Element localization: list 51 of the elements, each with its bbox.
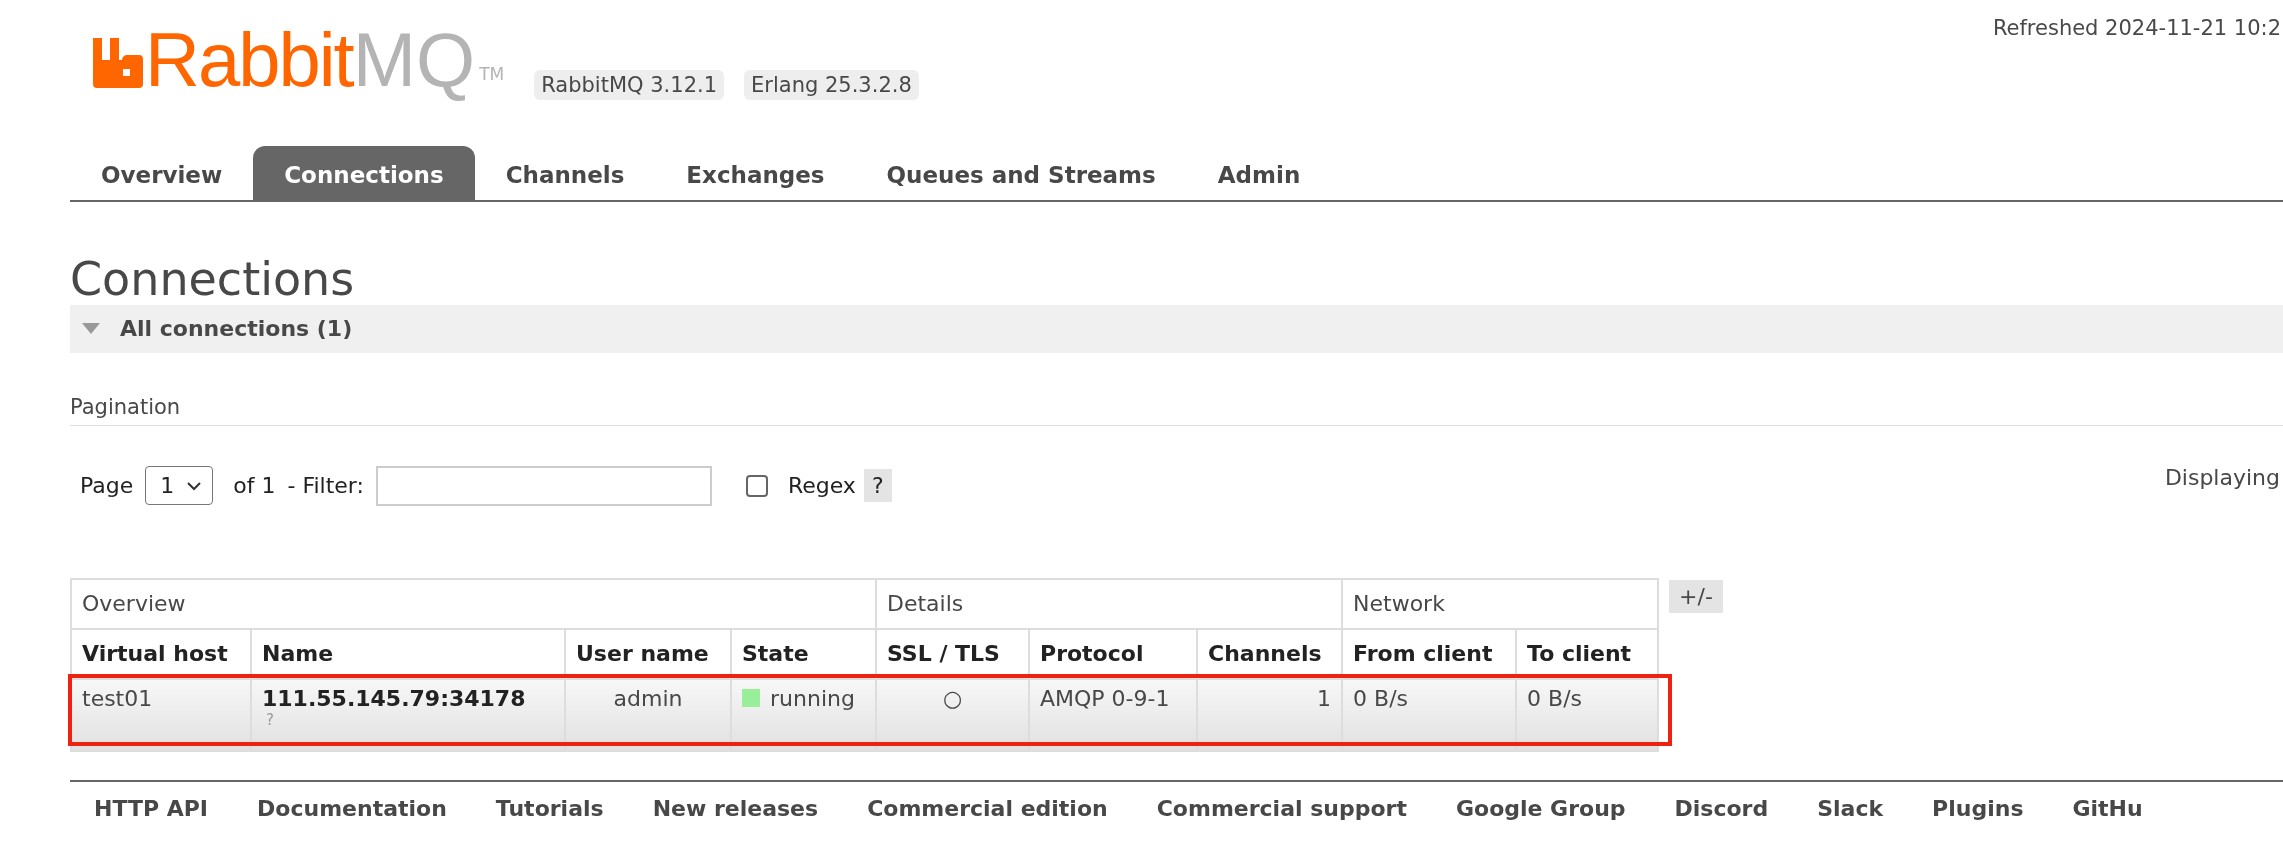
- logo-text: Rabbit: [145, 22, 353, 98]
- chevron-down-icon: [186, 480, 203, 491]
- footer-link[interactable]: Slack: [1817, 795, 1884, 821]
- footer-link[interactable]: Commercial support: [1156, 795, 1407, 821]
- state-text: running: [770, 685, 855, 711]
- refreshed-time: Refreshed 2024-11-21 10:2: [1992, 16, 2281, 40]
- footer-link[interactable]: Tutorials: [495, 795, 604, 821]
- regex-label: Regex: [787, 473, 856, 499]
- connection-link[interactable]: 111.55.145.79:34178: [262, 685, 554, 711]
- column-group-header: Overview: [71, 578, 876, 629]
- nav-tab[interactable]: Channels: [474, 146, 656, 200]
- nav-tab[interactable]: Connections: [253, 146, 475, 200]
- table-cell: 0 B/s: [1342, 678, 1517, 751]
- footer-link[interactable]: GitHu: [2072, 795, 2143, 821]
- page-count: of 1: [233, 473, 276, 499]
- footer-link[interactable]: Discord: [1674, 795, 1769, 821]
- footer-link[interactable]: Plugins: [1932, 795, 2024, 821]
- table-cell: 0 B/s: [1516, 678, 1659, 751]
- page-label: Page: [80, 473, 134, 499]
- nav-tab[interactable]: Queues and Streams: [855, 146, 1187, 200]
- help-button[interactable]: ?: [863, 469, 892, 503]
- version-badge: RabbitMQ 3.12.1: [534, 70, 725, 100]
- filter-label: - Filter:: [287, 473, 364, 499]
- columns-toggle-button[interactable]: +/-: [1669, 579, 1723, 613]
- nav-tab[interactable]: Exchanges: [655, 146, 856, 200]
- displaying-text: Displaying: [2164, 465, 2280, 490]
- nav-tab[interactable]: Admin: [1186, 146, 1332, 200]
- footer-link[interactable]: Commercial edition: [867, 795, 1108, 821]
- table-cell: AMQP 0-9-1: [1029, 678, 1197, 751]
- rabbit-logo-icon: [93, 38, 143, 88]
- footer-link[interactable]: Google Group: [1455, 795, 1626, 821]
- table-cell: test01: [71, 678, 251, 751]
- table-cell: admin: [565, 678, 731, 751]
- section-header[interactable]: All connections (1): [70, 304, 2283, 353]
- section-title: All connections (1): [120, 316, 353, 342]
- footer-link[interactable]: HTTP API: [94, 795, 209, 821]
- page-title: Connections: [70, 254, 356, 305]
- trademark: TM: [479, 64, 505, 84]
- table-cell: 1: [1197, 678, 1343, 751]
- pagination-heading: Pagination: [70, 394, 2283, 426]
- nav-tab[interactable]: Overview: [70, 146, 254, 200]
- footer-link[interactable]: Documentation: [257, 795, 447, 821]
- regex-checkbox[interactable]: [745, 474, 768, 497]
- footer-link[interactable]: New releases: [652, 795, 819, 821]
- page-select[interactable]: 1: [145, 466, 214, 506]
- table-cell: ○: [876, 678, 1029, 751]
- hint-mark: ?: [266, 710, 275, 729]
- version-badge: Erlang 25.3.2.8: [744, 70, 919, 100]
- column-group-header: Network: [1342, 578, 1659, 629]
- column-group-header: Details: [876, 578, 1343, 629]
- filter-field[interactable]: [375, 465, 712, 506]
